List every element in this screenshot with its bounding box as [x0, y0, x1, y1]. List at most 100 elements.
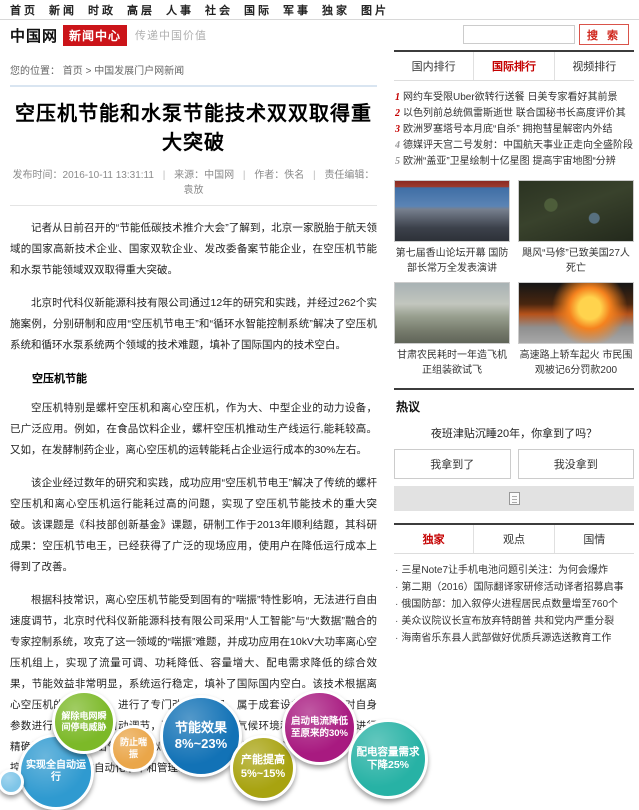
- nav-home[interactable]: 首页: [10, 2, 38, 18]
- photo-news-item[interactable]: 高速路上轿车起火 市民围观被记6分罚款200: [518, 282, 634, 378]
- article-paragraph: 北京时代科仪新能源科技有限公司通过12年的研究和实践，并经过262个实施案例，分…: [10, 293, 377, 356]
- hot-topic-question: 夜班津贴沉睡20年，你拿到了吗？: [394, 425, 634, 441]
- main-content: 您的位置： 首页 > 中国发展门户网新闻 空压机节能和水泵节能技术双双取得重大突…: [0, 50, 639, 779]
- bullet: ·: [395, 633, 398, 644]
- source-label: 来源：: [174, 170, 204, 181]
- editor-value: 袁放: [184, 185, 204, 196]
- rank-number: 5: [395, 156, 400, 167]
- bullet: ·: [395, 599, 398, 610]
- article-subheading: 空压机节能: [10, 370, 377, 386]
- photo-caption: 飓风“马修”已致美国27人死亡: [518, 246, 634, 276]
- ranking-item[interactable]: 3欧洲罗塞塔号本月底“自杀” 拥抱彗星解密内外结: [395, 122, 633, 138]
- tab-international-ranking[interactable]: 国际排行: [473, 52, 553, 80]
- nav-top-level[interactable]: 高层: [127, 2, 155, 18]
- section-tabs: 独家 观点 国情: [394, 523, 634, 554]
- breadcrumb-separator: >: [86, 66, 92, 77]
- list-item[interactable]: ·美众议院议长宣布放弃特朗普 共和党内严重分裂: [395, 613, 633, 630]
- list-item-text: 海南省乐东县人武部做好优质兵源选送教育工作: [401, 633, 611, 644]
- vote-yes-button[interactable]: 我拿到了: [394, 449, 511, 479]
- ranking-item-text: 欧洲“盖亚”卫星绘制十亿星图 提高宇宙地图“分辨: [403, 156, 616, 167]
- article-meta: 发布时间：2016-10-11 13:31:11 | 来源：中国网 | 作者：佚…: [10, 166, 377, 206]
- nav-politics[interactable]: 时政: [88, 2, 116, 18]
- bullet: ·: [395, 616, 398, 627]
- benefits-infographic: 实现全自动运行 解除电网瞬间停电威胁 防止喘振 节能效果 8%~23% 产能提高…: [0, 685, 436, 779]
- ranking-item[interactable]: 1网约车受限Uber欲转行送餐 日美专家看好其前景: [395, 90, 633, 106]
- bullet: ·: [395, 582, 398, 593]
- vote-buttons: 我拿到了 我没拿到: [394, 449, 634, 479]
- nav-photos[interactable]: 图片: [361, 2, 389, 18]
- article-paragraph: 记者从日前召开的“节能低碳技术推介大会”了解到，北京一家脱胎于航天领域的国家高新…: [10, 218, 377, 281]
- hot-topic-header: 热议: [394, 388, 634, 419]
- rank-number: 1: [395, 92, 400, 103]
- tab-domestic-ranking[interactable]: 国内排行: [394, 52, 473, 80]
- breadcrumb-current: 中国发展门户网新闻: [94, 66, 184, 77]
- homemade-plane-photo: [394, 282, 510, 344]
- site-logo[interactable]: 中国网: [10, 25, 58, 46]
- list-item[interactable]: ·俄国防部：加入叙停火进程居民点数量增至760个: [395, 596, 633, 613]
- infographic-circle-distribution: 配电容量需求下降25%: [348, 719, 428, 799]
- photo-news-item[interactable]: 甘肃农民耗时一年造飞机 正组装欲试飞: [394, 282, 510, 378]
- tab-opinion[interactable]: 观点: [473, 525, 553, 553]
- ranking-list: 1网约车受限Uber欲转行送餐 日美专家看好其前景 2以色列前总统佩雷斯逝世 联…: [394, 81, 634, 176]
- author-value: 佚名: [284, 170, 304, 181]
- bullet: ·: [395, 565, 398, 576]
- nav-personnel[interactable]: 人事: [166, 2, 194, 18]
- search-area: 搜 索: [463, 24, 629, 45]
- exclusive-list: ·三星Note7让手机电池问题引关注：为何会爆炸 ·第二期（2016）国际翻译家…: [394, 554, 634, 655]
- photo-caption: 高速路上轿车起火 市民围观被记6分罚款200: [518, 348, 634, 378]
- infographic-circle-anti-surge: 防止喘振: [110, 725, 157, 772]
- search-button[interactable]: 搜 索: [579, 24, 629, 45]
- photo-news-item[interactable]: 飓风“马修”已致美国27人死亡: [518, 180, 634, 276]
- breadcrumb-label: 您的位置：: [10, 66, 60, 77]
- editor-label: 责任编辑：: [324, 170, 374, 181]
- nav-world[interactable]: 国际: [244, 2, 272, 18]
- sidebar: 国内排行 国际排行 视频排行 1网约车受限Uber欲转行送餐 日美专家看好其前景…: [394, 50, 639, 779]
- ranking-item[interactable]: 2以色列前总统佩雷斯逝世 联合国秘书长高度评价其: [395, 106, 633, 122]
- news-center-badge[interactable]: 新闻中心: [63, 25, 127, 46]
- author-label: 作者：: [254, 170, 284, 181]
- document-icon: [509, 492, 520, 505]
- site-header: 中国网 新闻中心 传递中国价值 搜 索: [0, 20, 639, 50]
- list-item[interactable]: ·三星Note7让手机电池问题引关注：为何会爆炸: [395, 562, 633, 579]
- tab-video-ranking[interactable]: 视频排行: [554, 52, 634, 80]
- article-column: 您的位置： 首页 > 中国发展门户网新闻 空压机节能和水泵节能技术双双取得重大突…: [0, 50, 387, 779]
- source-value: 中国网: [204, 170, 234, 181]
- hurricane-flood-photo: [518, 180, 634, 242]
- ranking-item-text: 德媒评天宫二号发射：中国航天事业正走向全盛阶段: [403, 140, 633, 151]
- list-item-text: 第二期（2016）国际翻译家研修活动译者招募启事: [401, 582, 623, 593]
- ranking-item[interactable]: 4德媒评天宫二号发射：中国航天事业正走向全盛阶段: [395, 138, 633, 154]
- article-paragraph: 该企业经过数年的研究和实践，成功应用“空压机节电王”解决了传统的螺杆空压机和离心…: [10, 473, 377, 578]
- photo-caption: 第七届香山论坛开幕 国防部长常万全发表演讲: [394, 246, 510, 276]
- breadcrumb-home-link[interactable]: 首页: [63, 66, 83, 77]
- nav-news[interactable]: 新闻: [49, 2, 77, 18]
- list-item[interactable]: ·海南省乐东县人武部做好优质兵源选送教育工作: [395, 630, 633, 647]
- infographic-circle-start-current: 启动电流降低至原来的30%: [282, 690, 357, 765]
- tab-exclusive[interactable]: 独家: [394, 525, 473, 553]
- meta-divider: |: [163, 170, 166, 181]
- ranking-item-text: 以色列前总统佩雷斯逝世 联合国秘书长高度评价其: [403, 108, 626, 119]
- nav-exclusive[interactable]: 独家: [322, 2, 350, 18]
- embed-placeholder: [394, 486, 634, 511]
- vote-no-button[interactable]: 我没拿到: [518, 449, 635, 479]
- search-input[interactable]: [463, 25, 575, 44]
- ranking-item[interactable]: 5欧洲“盖亚”卫星绘制十亿星图 提高宇宙地图“分辨: [395, 154, 633, 170]
- site-slogan: 传递中国价值: [135, 27, 207, 43]
- nav-society[interactable]: 社会: [205, 2, 233, 18]
- rank-number: 3: [395, 124, 400, 135]
- top-nav: 首页 新闻 时政 高层 人事 社会 国际 军事 独家 图片: [0, 0, 639, 20]
- meta-divider: |: [313, 170, 316, 181]
- burning-car-photo: [518, 282, 634, 344]
- list-item[interactable]: ·第二期（2016）国际翻译家研修活动译者招募启事: [395, 579, 633, 596]
- photo-news-item[interactable]: 第七届香山论坛开幕 国防部长常万全发表演讲: [394, 180, 510, 276]
- ranking-tabs: 国内排行 国际排行 视频排行: [394, 50, 634, 81]
- photo-caption: 甘肃农民耗时一年造飞机 正组装欲试飞: [394, 348, 510, 378]
- rank-number: 2: [395, 108, 400, 119]
- breadcrumb: 您的位置： 首页 > 中国发展门户网新闻: [10, 62, 377, 77]
- nav-military[interactable]: 军事: [283, 2, 311, 18]
- tab-national[interactable]: 国情: [554, 525, 634, 553]
- list-item-text: 三星Note7让手机电池问题引关注：为何会爆炸: [401, 565, 608, 576]
- page-title: 空压机节能和水泵节能技术双双取得重大突破: [10, 97, 377, 155]
- list-item-text: 俄国防部：加入叙停火进程居民点数量增至760个: [401, 599, 618, 610]
- ranking-item-text: 网约车受限Uber欲转行送餐 日美专家看好其前景: [403, 92, 617, 103]
- conference-photo: [394, 180, 510, 242]
